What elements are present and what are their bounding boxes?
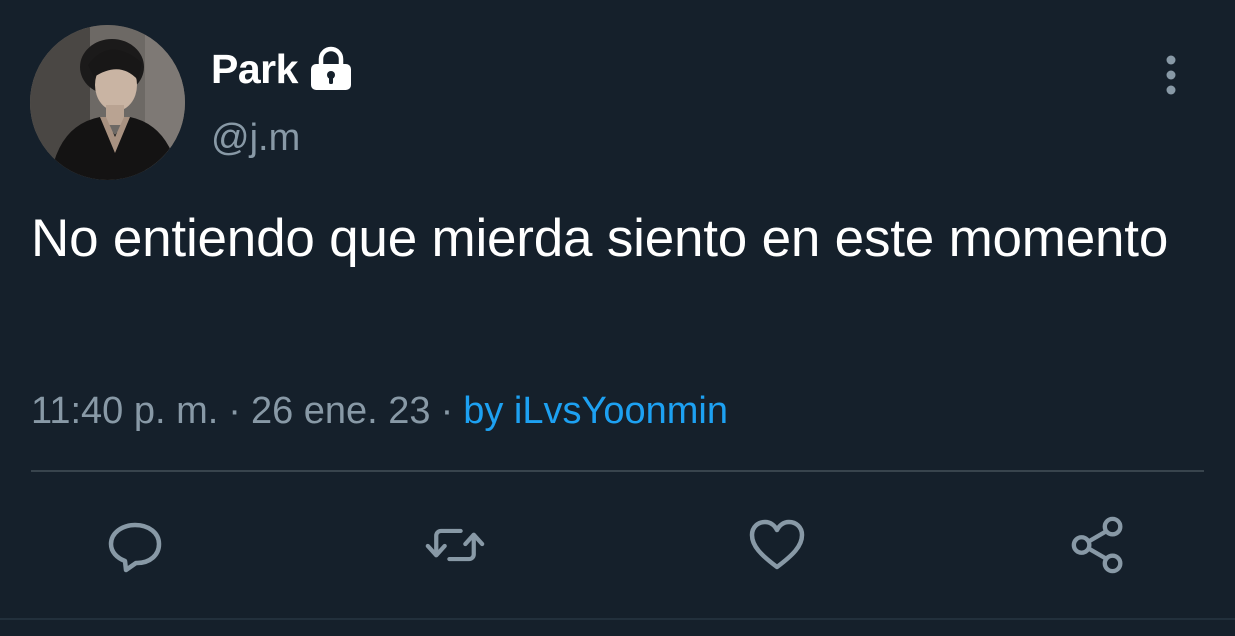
share-button[interactable] — [1069, 515, 1129, 575]
like-button[interactable] — [747, 515, 807, 575]
lock-icon — [308, 46, 354, 92]
tweet-card: Park @j.m No entiendo que mierda siento … — [0, 0, 1235, 636]
bottom-divider — [0, 618, 1235, 620]
tweet-text: No entiendo que mierda siento en este mo… — [31, 209, 1169, 268]
tweet-time[interactable]: 11:40 p. m. — [31, 390, 218, 433]
separator-dot: · — [228, 390, 241, 432]
tweet-date[interactable]: 26 ene. 23 — [251, 390, 431, 433]
separator-dot: · — [440, 390, 454, 432]
more-vertical-icon[interactable] — [1155, 52, 1187, 98]
avatar-image — [30, 25, 185, 180]
tweet-metadata: 11:40 p. m. · 26 ene. 23 · by iLvsYoonmi… — [31, 390, 728, 433]
heart-icon — [749, 519, 805, 570]
divider — [31, 470, 1204, 472]
retweet-button[interactable] — [425, 515, 485, 575]
reply-button[interactable] — [105, 515, 165, 575]
tweet-source-link[interactable]: by iLvsYoonmin — [463, 390, 728, 433]
retweet-icon — [425, 528, 485, 562]
share-icon — [1071, 516, 1123, 574]
display-name[interactable]: Park — [211, 46, 298, 93]
reply-icon — [108, 522, 162, 573]
user-handle[interactable]: @j.m — [211, 117, 300, 160]
avatar[interactable] — [30, 25, 185, 180]
display-name-row: Park — [211, 44, 354, 94]
